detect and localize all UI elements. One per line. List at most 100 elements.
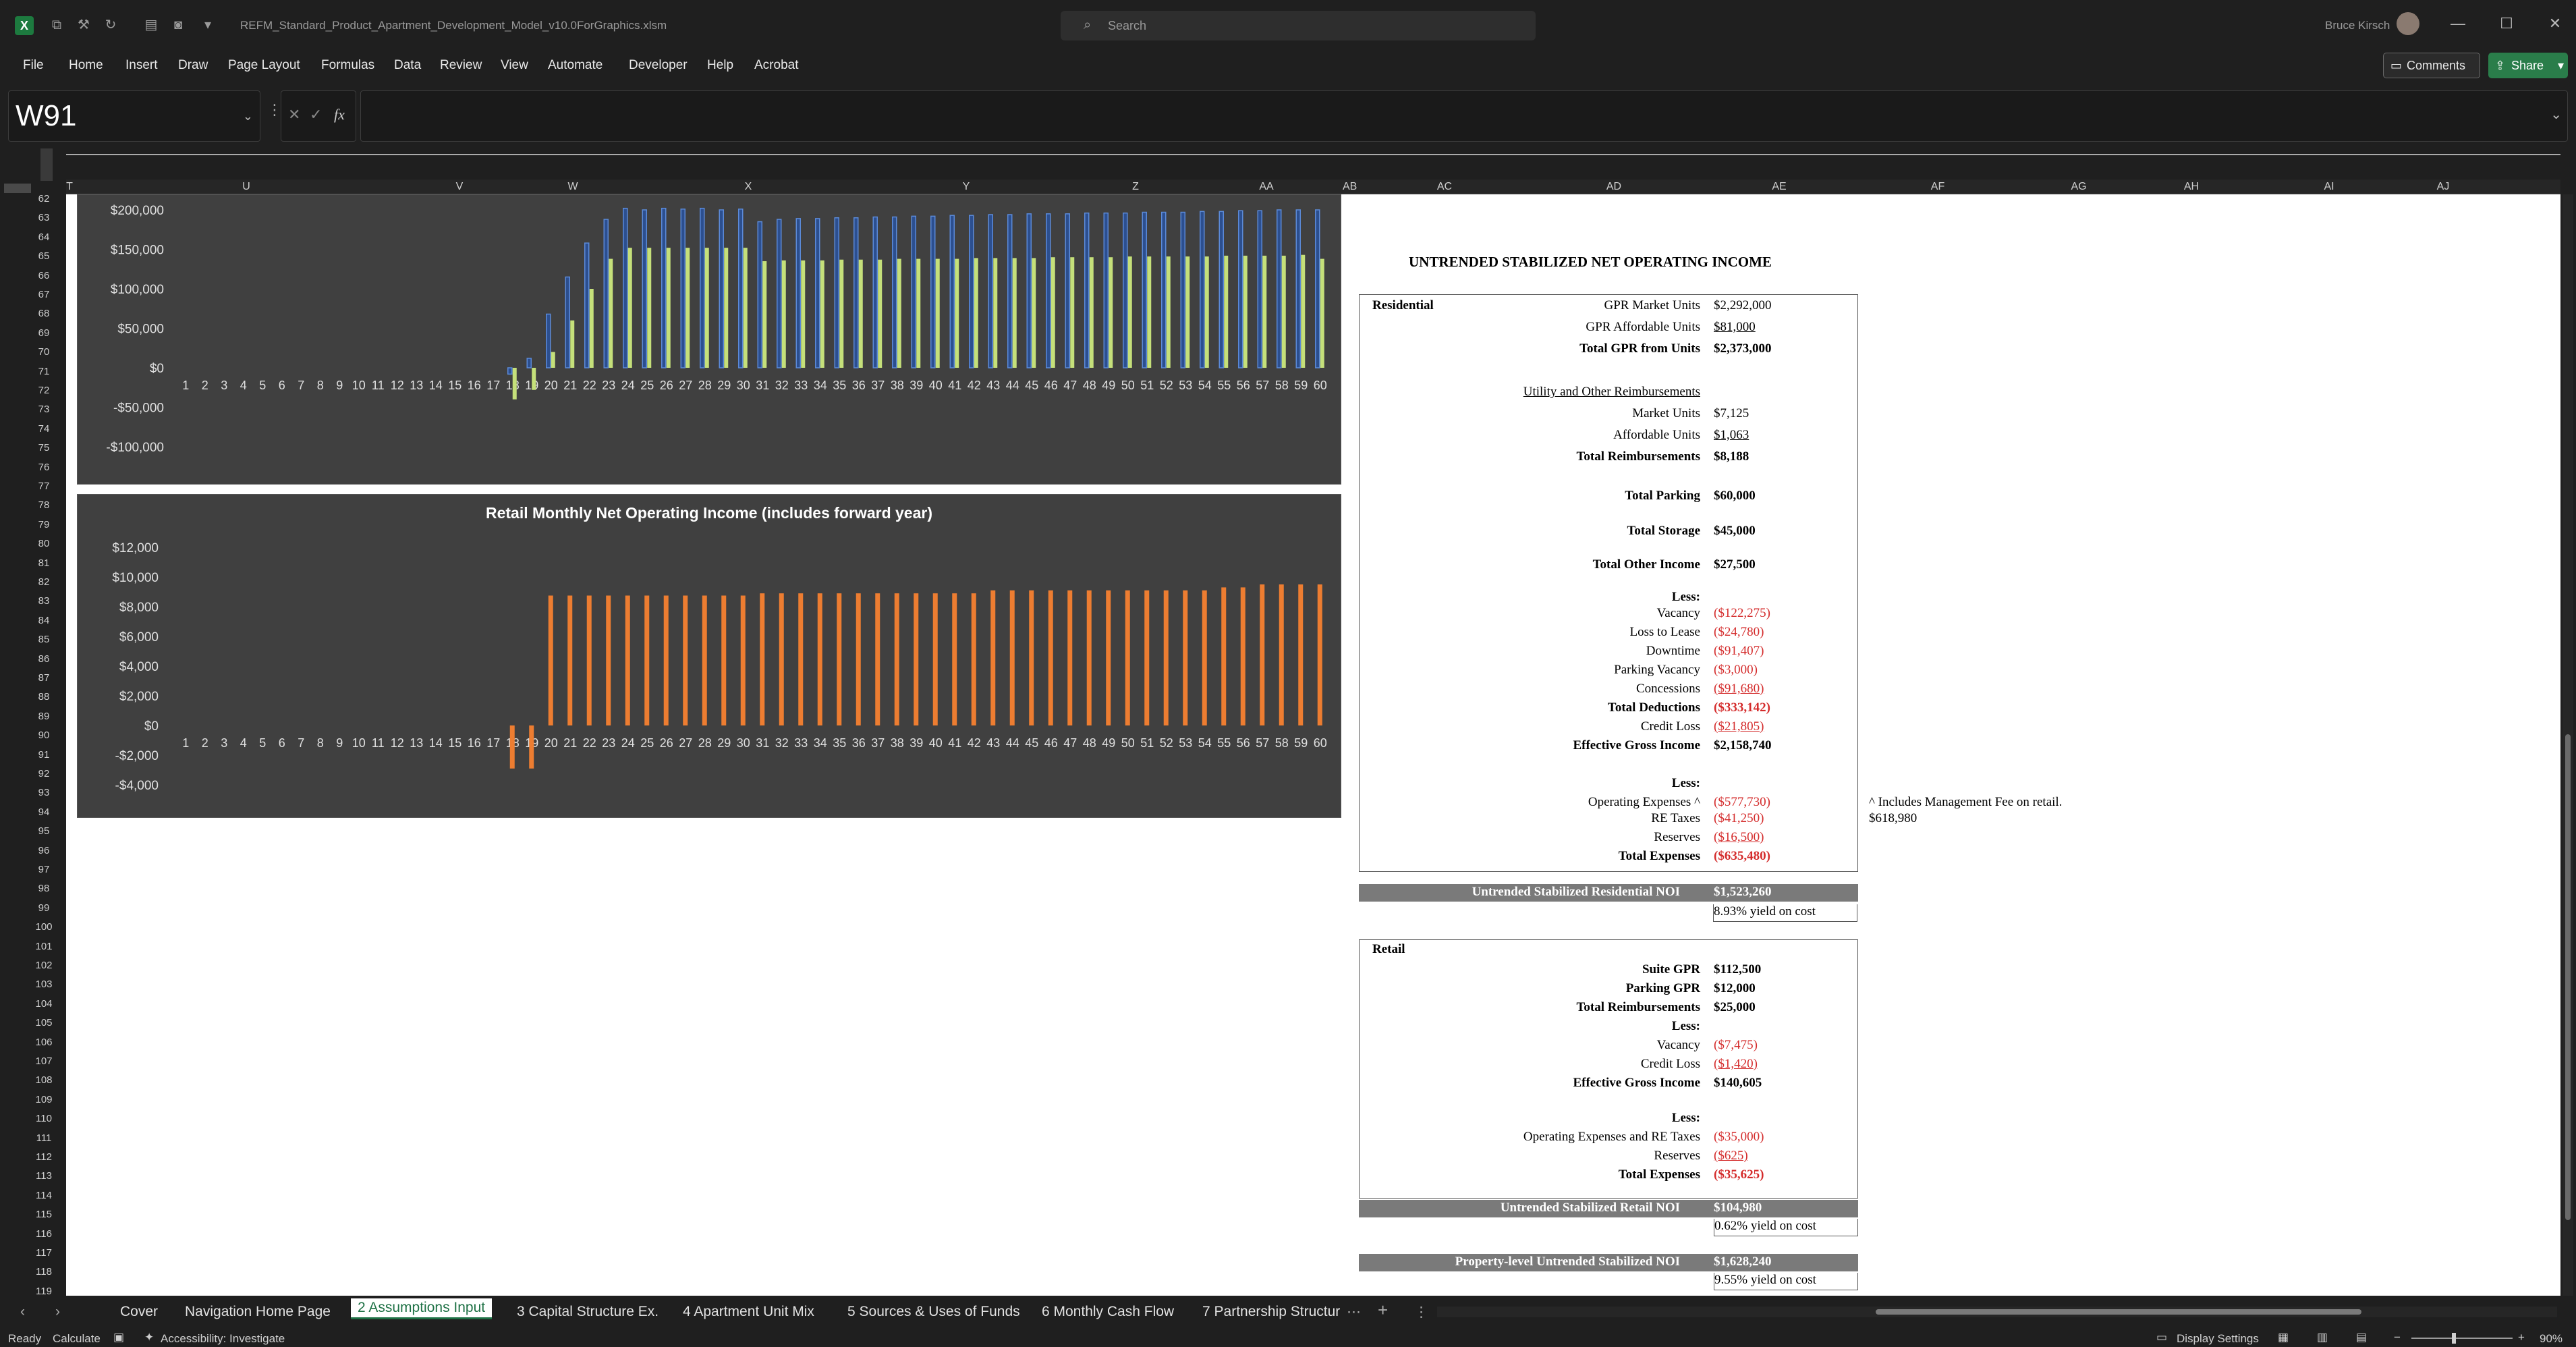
row-header[interactable]: 76: [27, 462, 61, 473]
row-header[interactable]: 100: [27, 921, 61, 933]
col-AB[interactable]: AB: [1343, 180, 1357, 194]
menu-page-layout[interactable]: Page Layout: [228, 58, 300, 73]
group-outline-buttons[interactable]: [40, 148, 53, 181]
zoom-level[interactable]: 90%: [2540, 1332, 2563, 1346]
menu-automate[interactable]: Automate: [548, 58, 603, 73]
col-T[interactable]: T: [66, 180, 73, 194]
value[interactable]: $8,188: [1714, 449, 1749, 464]
value[interactable]: $1,063: [1714, 428, 1749, 443]
value[interactable]: ($91,407): [1714, 644, 1764, 659]
value[interactable]: ($21,805): [1714, 719, 1764, 734]
document-title[interactable]: REFM_Standard_Product_Apartment_Developm…: [240, 19, 667, 32]
value[interactable]: $45,000: [1714, 524, 1756, 539]
row-header[interactable]: 73: [27, 404, 61, 415]
user-name[interactable]: Bruce Kirsch: [2325, 19, 2390, 32]
row-header[interactable]: 113: [27, 1170, 61, 1182]
value[interactable]: $7,125: [1714, 406, 1749, 421]
camera-icon[interactable]: ◙: [170, 18, 186, 32]
row-header[interactable]: 107: [27, 1055, 61, 1067]
row-header[interactable]: 78: [27, 499, 61, 511]
prev-sheet-icon[interactable]: ‹: [20, 1304, 25, 1320]
row-header[interactable]: 67: [27, 289, 61, 300]
retail-noi-value[interactable]: $104,980: [1714, 1201, 1762, 1215]
row-header[interactable]: 109: [27, 1094, 61, 1105]
col-AA[interactable]: AA: [1190, 180, 1343, 194]
retail-noi-chart[interactable]: Retail Monthly Net Operating Income (inc…: [77, 494, 1341, 818]
cancel-icon[interactable]: ✕: [288, 106, 300, 123]
value[interactable]: ($7,475): [1714, 1038, 1758, 1053]
customize-qat-icon[interactable]: ▾: [200, 18, 216, 32]
page-break-view-icon[interactable]: ▤: [2356, 1331, 2367, 1344]
menu-formulas[interactable]: Formulas: [321, 58, 374, 73]
share-button[interactable]: ⇪ Share ▾: [2488, 53, 2568, 78]
value[interactable]: $81,000: [1714, 320, 1756, 335]
value[interactable]: ($577,730): [1714, 795, 1770, 810]
zoom-in-icon[interactable]: +: [2518, 1331, 2525, 1344]
zoom-out-icon[interactable]: −: [2394, 1331, 2401, 1344]
value[interactable]: $27,500: [1714, 557, 1756, 572]
accessibility-status[interactable]: Accessibility: Investigate: [161, 1332, 285, 1346]
insert-function-icon[interactable]: fx: [334, 106, 345, 123]
row-header[interactable]: 89: [27, 711, 61, 722]
value[interactable]: $2,158,740: [1714, 738, 1772, 753]
value[interactable]: ($625): [1714, 1149, 1748, 1163]
value[interactable]: ($91,680): [1714, 682, 1764, 696]
row-header[interactable]: 110: [27, 1113, 61, 1124]
row-header[interactable]: 62: [27, 193, 61, 204]
value[interactable]: ($333,142): [1714, 700, 1770, 715]
row-header[interactable]: 84: [27, 615, 61, 626]
row-header[interactable]: 108: [27, 1074, 61, 1086]
tab-navigation-home[interactable]: Navigation Home Page: [185, 1304, 331, 1320]
horizontal-scroll-thumb[interactable]: [1876, 1309, 2361, 1315]
row-header[interactable]: 101: [27, 941, 61, 952]
col-AC[interactable]: AC: [1356, 180, 1533, 194]
zoom-slider-thumb[interactable]: [2452, 1333, 2456, 1344]
row-header[interactable]: 77: [27, 480, 61, 492]
row-header[interactable]: 97: [27, 864, 61, 875]
row-header[interactable]: 95: [27, 825, 61, 837]
row-header[interactable]: 118: [27, 1266, 61, 1277]
expand-formula-icon[interactable]: ⌄: [2550, 106, 2562, 123]
row-header[interactable]: 69: [27, 327, 61, 339]
row-header[interactable]: 103: [27, 979, 61, 990]
accessibility-icon[interactable]: ✦: [144, 1331, 154, 1344]
row-header[interactable]: 91: [27, 749, 61, 761]
row-header[interactable]: 74: [27, 423, 61, 435]
row-header[interactable]: 83: [27, 595, 61, 607]
calculate-button[interactable]: Calculate: [53, 1332, 101, 1346]
vertical-scroll-thumb[interactable]: [2565, 734, 2571, 1220]
col-AI[interactable]: AI: [2237, 180, 2421, 194]
value[interactable]: ($16,500): [1714, 830, 1764, 845]
col-AF[interactable]: AF: [1864, 180, 2012, 194]
row-header[interactable]: 68: [27, 308, 61, 319]
minimize-icon[interactable]: —: [2448, 15, 2468, 32]
more-icon[interactable]: ⋮: [267, 101, 282, 119]
row-header[interactable]: 94: [27, 806, 61, 818]
row-header[interactable]: 106: [27, 1037, 61, 1048]
tab-capital-structure[interactable]: 3 Capital Structure Ex.: [517, 1304, 659, 1320]
form-icon[interactable]: ▤: [143, 18, 159, 32]
menu-insert[interactable]: Insert: [125, 58, 158, 73]
col-AD[interactable]: AD: [1533, 180, 1695, 194]
row-header[interactable]: 96: [27, 845, 61, 856]
redo-icon[interactable]: ↻: [103, 18, 119, 32]
row-header[interactable]: 86: [27, 653, 61, 665]
chevron-down-icon[interactable]: ⌄: [243, 91, 253, 141]
row-header[interactable]: 104: [27, 998, 61, 1010]
row-header[interactable]: 80: [27, 538, 61, 549]
value[interactable]: ($1,420): [1714, 1057, 1758, 1072]
value[interactable]: $12,000: [1714, 981, 1756, 996]
autosave-icon[interactable]: ⧉: [49, 18, 65, 32]
col-AH[interactable]: AH: [2146, 180, 2237, 194]
col-V[interactable]: V: [418, 180, 501, 194]
row-header[interactable]: 75: [27, 442, 61, 453]
residential-noi-chart[interactable]: $200,000 $150,000 $100,000 $50,000 $0 -$50,00…: [77, 194, 1341, 485]
row-header[interactable]: 112: [27, 1151, 61, 1163]
row-header[interactable]: 65: [27, 250, 61, 262]
avatar[interactable]: [2397, 12, 2419, 35]
col-AG[interactable]: AG: [2012, 180, 2146, 194]
value[interactable]: ($35,000): [1714, 1130, 1764, 1145]
col-W[interactable]: W: [501, 180, 645, 194]
value[interactable]: ($122,275): [1714, 606, 1770, 621]
vertical-scrollbar[interactable]: [2563, 194, 2573, 1296]
